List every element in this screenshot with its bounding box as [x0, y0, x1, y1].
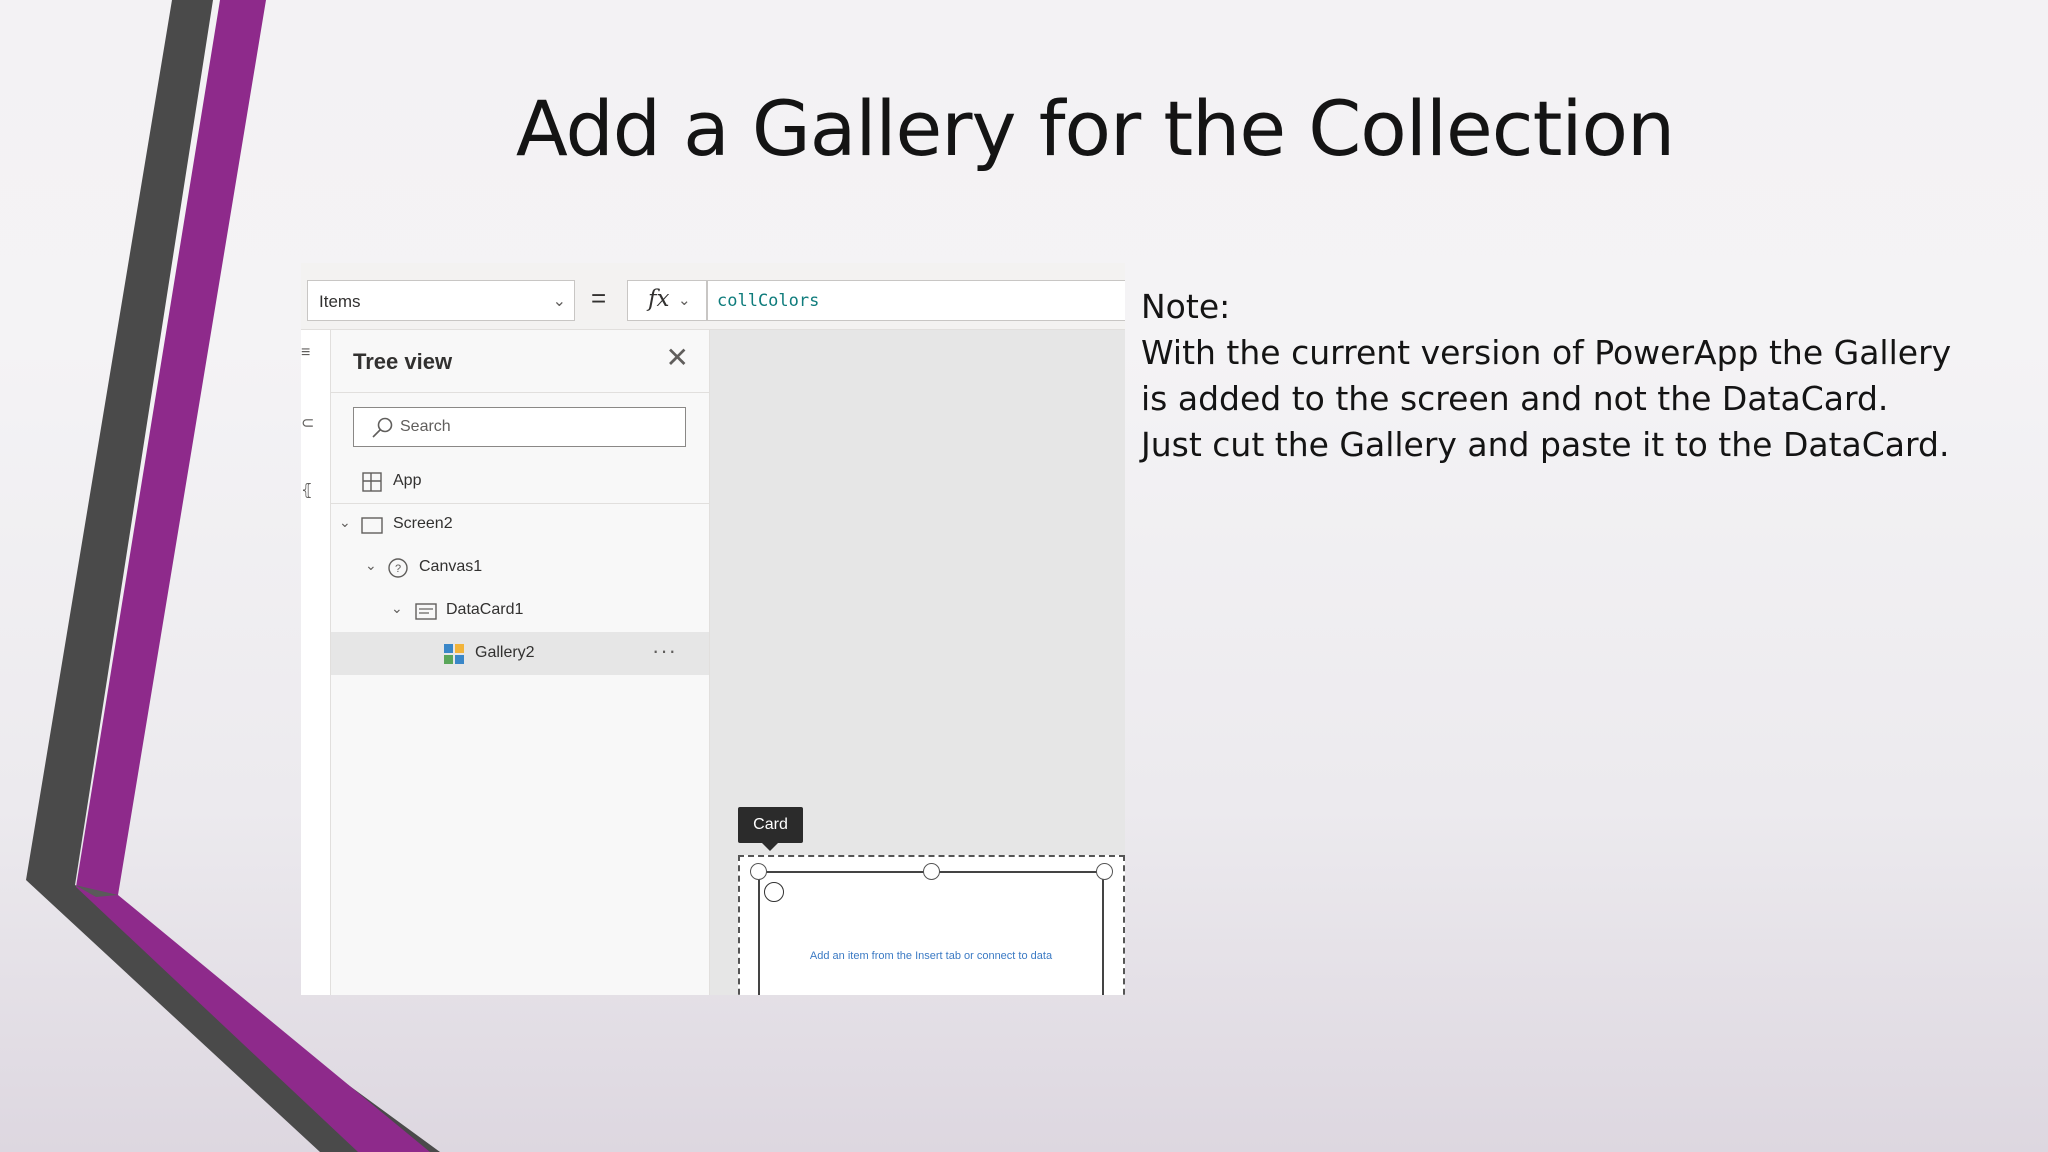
left-rail: ≡ ⊂ ⦃	[301, 330, 331, 995]
tree-view-header: Tree view ✕	[331, 330, 709, 393]
formula-bar: Items ⌄ = fx ⌄ collColors	[301, 263, 1125, 330]
tree-view-title: Tree view	[353, 349, 453, 374]
svg-text:?: ?	[395, 563, 401, 575]
rail-icon[interactable]: ⦃	[301, 480, 313, 500]
note-line: is added to the screen and not the DataC…	[1141, 379, 1889, 418]
formula-text: collColors	[717, 291, 820, 311]
rail-icon[interactable]: ⊂	[301, 413, 314, 433]
edit-icon[interactable]	[764, 882, 784, 902]
resize-handle[interactable]	[1096, 863, 1113, 880]
hamburger-icon[interactable]: ≡	[301, 344, 310, 362]
slide-title: Add a Gallery for the Collection	[515, 84, 1675, 173]
note-line: Note:	[1141, 287, 1231, 326]
tree-item-label: Canvas1	[419, 558, 483, 575]
powerapps-screenshot: Items ⌄ = fx ⌄ collColors ≡ ⊂ ⦃ Tree vie…	[301, 263, 1125, 995]
tree-item-label: Gallery2	[475, 644, 535, 661]
gallery-control[interactable]	[758, 871, 1104, 995]
more-options-icon[interactable]: ···	[652, 638, 677, 664]
chevron-down-icon: ⌄	[678, 292, 691, 309]
tree-item-label: DataCard1	[446, 601, 524, 618]
resize-handle[interactable]	[923, 863, 940, 880]
search-icon	[372, 417, 393, 438]
gallery-icon	[444, 644, 464, 664]
slide: Add a Gallery for the Collection Note: W…	[0, 0, 2048, 1152]
tree-item-label: App	[393, 472, 422, 489]
tree-item-gallery2[interactable]: Gallery2 ···	[331, 632, 709, 675]
property-value: Items	[319, 292, 361, 311]
note-line: Just cut the Gallery and paste it to the…	[1141, 425, 1950, 464]
tree-item-datacard1[interactable]: ⌄ DataCard1	[331, 589, 709, 632]
chevron-down-icon[interactable]: ⌄	[365, 557, 377, 574]
tree-view-panel: Tree view ✕ App ⌄	[331, 330, 710, 995]
screen-icon	[361, 517, 383, 534]
card-tooltip: Card	[738, 807, 803, 851]
close-icon[interactable]: ✕	[666, 344, 689, 372]
chevron-down-icon[interactable]: ⌄	[391, 600, 403, 617]
fx-button[interactable]: fx ⌄	[627, 280, 707, 321]
search-input[interactable]	[400, 416, 670, 438]
tree-item-label: Screen2	[393, 515, 453, 532]
gallery-placeholder-text: Add an item from the Insert tab or conne…	[809, 950, 1053, 962]
canvas-icon: ?	[388, 558, 408, 578]
resize-handle[interactable]	[750, 863, 767, 880]
property-dropdown[interactable]: Items ⌄	[307, 280, 575, 321]
tree-item-canvas1[interactable]: ⌄ ? Canvas1	[331, 546, 709, 589]
chevron-down-icon: ⌄	[552, 293, 566, 310]
chevron-down-icon[interactable]: ⌄	[339, 514, 351, 531]
note-text: Note: With the current version of PowerA…	[1141, 284, 2021, 468]
search-box[interactable]	[353, 407, 686, 447]
design-canvas: Card Add an item from the Insert tab or …	[710, 330, 1125, 995]
note-line: With the current version of PowerApp the…	[1141, 333, 1952, 372]
tree-item-app[interactable]: App	[331, 460, 709, 503]
formula-input[interactable]: collColors	[707, 280, 1125, 321]
equals-sign: =	[591, 283, 607, 313]
tree-item-screen2[interactable]: ⌄ Screen2	[331, 503, 709, 546]
app-icon	[362, 472, 382, 492]
datacard-icon	[415, 603, 437, 620]
fx-icon: fx	[648, 286, 670, 312]
